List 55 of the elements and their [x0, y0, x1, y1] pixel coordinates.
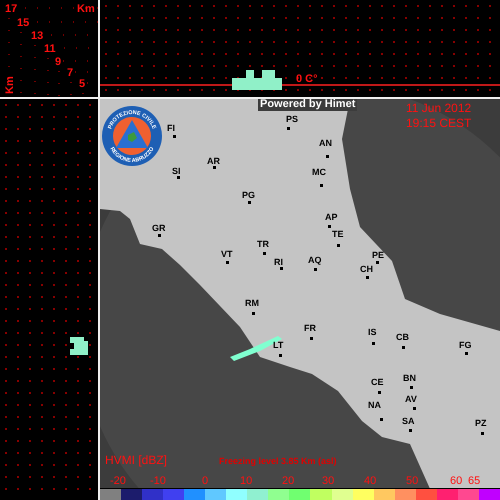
city-label: AV — [405, 395, 417, 404]
city-label: BN — [403, 374, 416, 383]
city-label: RI — [274, 258, 283, 267]
height-label: 15 — [17, 18, 30, 29]
city-label: CH — [360, 265, 373, 274]
city-label: AP — [325, 213, 338, 222]
city-label: AN — [319, 139, 332, 148]
scale-tick-label: 60 — [450, 476, 462, 487]
city-label: SA — [402, 417, 415, 426]
axis-label: Km — [77, 4, 95, 15]
city-label: PS — [286, 115, 298, 124]
legend-title: HVMI [dBZ] — [105, 454, 168, 466]
height-label: 5 — [79, 79, 86, 90]
time-label: 19:15 CEST — [406, 117, 472, 129]
scale-tick-label: -10 — [150, 476, 166, 487]
city-label: PG — [242, 191, 256, 200]
height-label: 7 — [67, 68, 74, 79]
city-label: FR — [304, 324, 316, 333]
city-label: NA — [368, 401, 381, 410]
scale-tick-label: 30 — [322, 476, 334, 487]
city-label: TE — [332, 230, 344, 239]
city-label: PZ — [475, 419, 487, 428]
scale-tick-label: 0 — [202, 476, 208, 487]
city-label: FG — [459, 341, 472, 350]
scale-tick-label: 10 — [240, 476, 252, 487]
date-label: 11 Jun 2012 — [406, 102, 472, 114]
radar-echo-drawing — [232, 70, 282, 90]
city-label: TR — [257, 240, 269, 249]
scale-tick-label: 65 — [468, 476, 480, 487]
city-label: MC — [312, 168, 326, 177]
height-label: 9 — [55, 57, 62, 68]
credit-text: Powered by Himet — [258, 99, 358, 111]
city-label: FI — [167, 124, 175, 133]
city-label: AR — [207, 157, 220, 166]
city-label: SI — [172, 167, 181, 176]
city-label: RM — [245, 299, 259, 308]
city-label: LT — [273, 341, 284, 350]
scale-tick-label: 20 — [282, 476, 294, 487]
city-label: PE — [372, 251, 384, 260]
scale-tick-label: 40 — [364, 476, 376, 487]
city-label: VT — [221, 250, 233, 259]
height-label: 11 — [44, 44, 56, 55]
scale-tick-label: -20 — [110, 476, 126, 487]
radar-echo-drawing — [70, 337, 88, 355]
city-label: CB — [396, 333, 409, 342]
city-label: GR — [152, 224, 166, 233]
height-label: 17 — [5, 4, 18, 15]
height-label: 13 — [31, 31, 44, 42]
city-label: IS — [368, 328, 377, 337]
scale-tick-label: 50 — [406, 476, 418, 487]
city-label: CE — [371, 378, 384, 387]
city-label: AQ — [308, 256, 322, 265]
freezing-level-text: Freezing level 3.85 Km (asl) — [219, 457, 337, 466]
axis-label: Km — [5, 76, 16, 94]
freezing-level-label: 0 C° — [296, 74, 318, 85]
